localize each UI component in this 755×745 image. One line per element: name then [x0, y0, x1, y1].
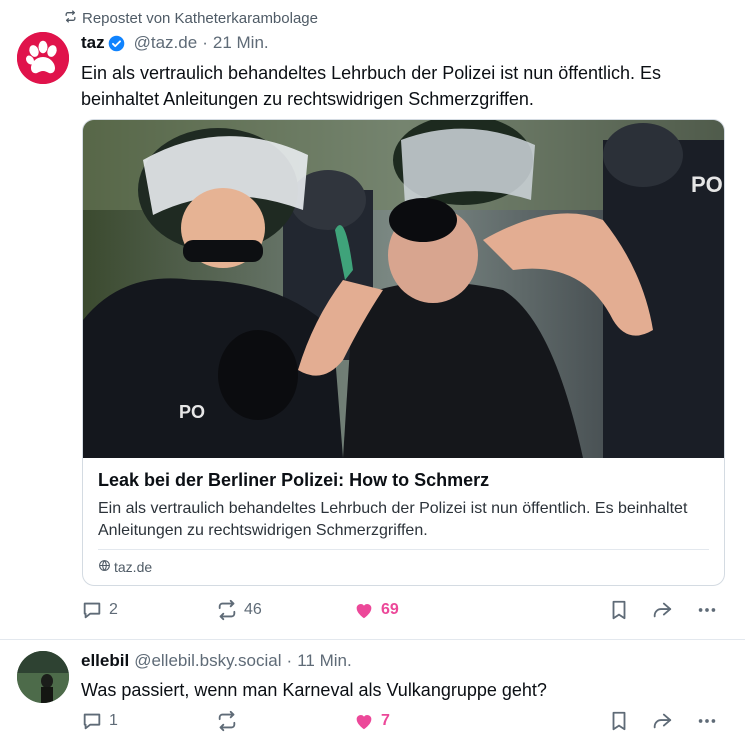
- repost-button[interactable]: 46: [216, 599, 262, 621]
- link-card-domain-text: taz.de: [114, 559, 153, 575]
- bookmark-icon: [612, 711, 626, 731]
- repost-label: Repostet von Katheterkarambolage: [82, 10, 318, 27]
- post-header: taz @taz.de · 21 Min.: [81, 33, 269, 53]
- post-time[interactable]: 21 Min.: [213, 33, 269, 53]
- reply-button[interactable]: 1: [81, 710, 118, 732]
- link-card-image: PO POL: [83, 120, 725, 458]
- author-handle[interactable]: @ellebil.bsky.social: [134, 651, 281, 671]
- reply-count: 1: [109, 712, 118, 729]
- post-actions: 2 46 69: [81, 599, 721, 623]
- author-name[interactable]: ellebil: [81, 651, 129, 671]
- bookmark-icon: [612, 600, 626, 620]
- verified-icon: [108, 35, 124, 51]
- link-card[interactable]: PO POL Leak bei der Berliner Polizei: Ho…: [82, 119, 725, 586]
- post-text: Was passiert, wenn man Karneval als Vulk…: [81, 680, 547, 700]
- reply-icon: [83, 713, 101, 730]
- reply-button[interactable]: 2: [81, 599, 118, 621]
- like-button[interactable]: 69: [353, 599, 399, 621]
- repost-count: 46: [244, 601, 262, 618]
- more-icon: [698, 608, 716, 612]
- share-icon: [653, 602, 672, 618]
- bookmark-button[interactable]: [608, 710, 630, 732]
- like-count: 7: [381, 712, 390, 729]
- post-actions: 1 7: [81, 710, 721, 734]
- link-card-domain: taz.de: [98, 559, 152, 575]
- author-name[interactable]: taz: [81, 33, 105, 53]
- repost-indicator[interactable]: Repostet von Katheterkarambolage: [64, 10, 318, 27]
- heart-icon: [356, 715, 372, 730]
- feed-post[interactable]: Repostet von Katheterkarambolage taz @ta…: [0, 0, 745, 640]
- heart-icon: [356, 604, 372, 619]
- share-button[interactable]: [651, 599, 673, 621]
- post-header: ellebil @ellebil.bsky.social · 11 Min.: [81, 651, 352, 671]
- separator-dot: ·: [286, 651, 293, 670]
- reply-icon: [83, 602, 101, 619]
- repost-icon: [218, 710, 236, 732]
- globe-icon: [98, 559, 111, 575]
- bookmark-button[interactable]: [608, 599, 630, 621]
- vest-text-left: PO: [179, 402, 205, 422]
- link-card-divider: [98, 549, 709, 550]
- more-icon: [698, 719, 716, 723]
- repost-button[interactable]: [216, 710, 244, 732]
- avatar[interactable]: [17, 32, 69, 84]
- repost-icon: [218, 599, 236, 621]
- post-time[interactable]: 11 Min.: [297, 651, 352, 671]
- repost-icon: [64, 10, 77, 27]
- taz-paw-logo: [17, 32, 69, 84]
- vest-text-right: POL: [691, 172, 725, 197]
- separator-dot: ·: [202, 33, 208, 52]
- more-button[interactable]: [696, 710, 718, 732]
- link-card-title: Leak bei der Berliner Polizei: How to Sc…: [98, 470, 490, 490]
- avatar[interactable]: [17, 651, 69, 703]
- more-button[interactable]: [696, 599, 718, 621]
- share-button[interactable]: [651, 710, 673, 732]
- like-count: 69: [381, 601, 399, 618]
- avatar-photo: [17, 651, 69, 703]
- like-button[interactable]: 7: [353, 710, 390, 732]
- share-icon: [653, 713, 672, 729]
- link-card-description: Ein als vertraulich behandeltes Lehrbuch…: [98, 500, 688, 539]
- post-text: Ein als vertraulich behandeltes Lehrbuch…: [81, 63, 662, 109]
- author-handle[interactable]: @taz.de: [134, 33, 198, 53]
- reply-count: 2: [109, 601, 118, 618]
